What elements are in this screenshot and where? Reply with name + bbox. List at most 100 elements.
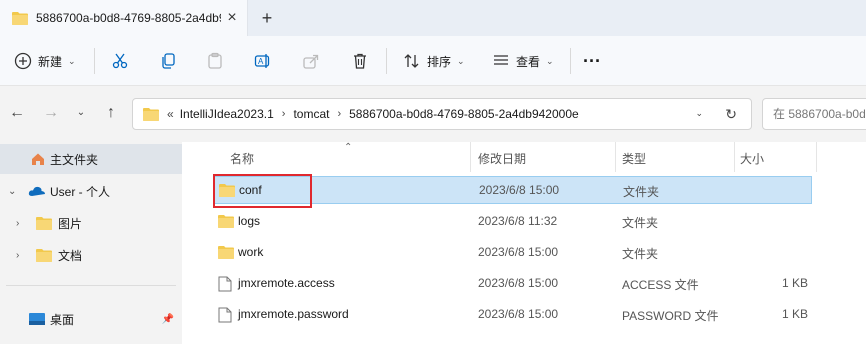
copy-button[interactable] (159, 49, 177, 73)
file-type: PASSWORD 文件 (622, 309, 719, 323)
close-tab-icon[interactable]: × (223, 9, 241, 27)
sort-ascending-icon: ⌃ (344, 142, 353, 153)
chevron-down-icon: ⌄ (68, 55, 76, 66)
table-row[interactable]: jmxremote.access 2023/6/8 15:00 ACCESS 文… (214, 270, 812, 298)
share-icon (303, 54, 319, 69)
sidebar-item-label: 图片 (58, 216, 83, 231)
file-size: 1 KB (781, 307, 808, 321)
chevron-down-icon[interactable]: ⌄ (8, 186, 16, 197)
svg-text:A: A (258, 57, 264, 66)
copy-icon (162, 53, 175, 69)
view-label: 查看 (516, 54, 541, 69)
new-tab-button[interactable]: + (257, 8, 277, 28)
toolbar-divider (94, 48, 95, 74)
column-divider (470, 142, 471, 172)
sidebar-item-label: 文档 (58, 248, 83, 263)
column-divider (816, 142, 817, 172)
new-label: 新建 (38, 54, 63, 69)
file-size: 1 KB (781, 276, 808, 290)
column-header-size[interactable]: 大小 (740, 150, 764, 167)
toolbar-divider (570, 48, 571, 74)
desktop-icon (29, 313, 45, 325)
delete-button[interactable] (351, 49, 369, 73)
column-header-type[interactable]: 类型 (622, 150, 646, 167)
rename-icon: A (254, 54, 270, 68)
sidebar-item-documents[interactable]: › 文档 (0, 240, 182, 270)
sort-arrows-icon (404, 54, 419, 68)
column-header-name[interactable]: 名称 (230, 150, 254, 167)
toolbar-divider (386, 48, 387, 74)
document-icon (218, 307, 232, 323)
breadcrumb-tomcat[interactable]: tomcat (293, 107, 329, 121)
file-type: 文件夹 (622, 247, 659, 261)
chevron-right-icon[interactable]: › (337, 108, 341, 120)
trash-icon (354, 53, 366, 69)
view-button[interactable]: 查看 ⌄ (492, 49, 554, 73)
tab-bar: 5886700a-b0d8-4769-8805-2a4db942000e × + (0, 0, 866, 36)
chevron-right-icon[interactable]: › (16, 250, 19, 261)
pin-icon[interactable]: 📌 (162, 314, 174, 325)
folder-icon (218, 215, 234, 228)
share-button[interactable] (302, 49, 320, 73)
file-type: 文件夹 (623, 185, 660, 199)
file-date: 2023/6/8 15:00 (478, 276, 559, 290)
sidebar-item-label: 主文件夹 (50, 152, 99, 167)
file-name: work (238, 245, 264, 259)
chevron-right-icon[interactable]: › (16, 218, 19, 229)
breadcrumb-overflow[interactable]: « (167, 107, 174, 121)
navigation-bar: ← → ⌄ ↑ « IntelliJIdea2023.1 › tomcat › … (0, 86, 866, 142)
column-divider (615, 142, 616, 172)
sidebar-item-label: User - 个人 (50, 184, 111, 199)
tab-title: 5886700a-b0d8-4769-8805-2a4db942000e (36, 11, 221, 25)
cut-button[interactable] (111, 49, 129, 73)
address-bar[interactable]: « IntelliJIdea2023.1 › tomcat › 5886700a… (132, 98, 752, 130)
file-name: jmxremote.password (238, 307, 349, 321)
sidebar-item-user[interactable]: ⌄ User - 个人 (0, 176, 182, 206)
file-date: 2023/6/8 15:00 (478, 307, 559, 321)
recent-locations-chevron-icon[interactable]: ⌄ (72, 104, 90, 122)
sort-button[interactable]: 排序 ⌄ (403, 49, 465, 73)
table-row[interactable]: logs 2023/6/8 11:32 文件夹 (214, 208, 812, 236)
clipboard-icon (208, 52, 222, 69)
folder-icon (143, 108, 159, 121)
back-arrow-icon[interactable]: ← (8, 104, 26, 122)
forward-arrow-icon[interactable]: → (42, 104, 60, 122)
refresh-icon[interactable]: ↻ (725, 106, 737, 123)
breadcrumb-current[interactable]: 5886700a-b0d8-4769-8805-2a4db942000e (349, 107, 579, 121)
column-header-date[interactable]: 修改日期 (478, 150, 526, 167)
sort-label: 排序 (427, 54, 452, 69)
rename-button[interactable]: A (254, 49, 272, 73)
search-input[interactable]: 在 5886700a-b0d8-4769-8805-2a4db942000e 中… (762, 98, 866, 130)
tab-current-folder[interactable]: 5886700a-b0d8-4769-8805-2a4db942000e × (0, 0, 248, 36)
paste-button[interactable] (206, 49, 224, 73)
file-date: 2023/6/8 15:00 (479, 183, 560, 197)
chevron-down-icon: ⌄ (457, 55, 465, 66)
file-name: logs (238, 214, 261, 228)
cloud-icon (28, 186, 45, 196)
home-icon (32, 153, 44, 165)
file-date: 2023/6/8 15:00 (478, 245, 559, 259)
sidebar-item-label: 桌面 (50, 312, 75, 327)
more-options-button[interactable]: ··· (583, 49, 601, 73)
command-bar: 新建 ⌄ A 排序 ⌄ 查看 ⌄ ··· (0, 36, 866, 86)
breadcrumb-intellijidea[interactable]: IntelliJIdea2023.1 (180, 107, 274, 121)
folder-icon (12, 12, 28, 25)
navigation-pane: 主文件夹 ⌄ User - 个人 › 图片 › 文档 桌面 📌 (0, 142, 182, 344)
new-button[interactable]: 新建 ⌄ (14, 49, 76, 73)
sidebar-item-desktop[interactable]: 桌面 📌 (0, 304, 182, 334)
column-divider (734, 142, 735, 172)
table-row[interactable]: work 2023/6/8 15:00 文件夹 (214, 239, 812, 267)
sidebar-item-home[interactable]: 主文件夹 (0, 144, 182, 174)
chevron-down-icon: ⌄ (546, 55, 554, 66)
folder-icon (36, 217, 52, 230)
sidebar-item-pictures[interactable]: › 图片 (0, 208, 182, 238)
list-view-icon (494, 55, 508, 65)
up-arrow-icon[interactable]: ↑ (102, 104, 120, 122)
plus-circle-icon (14, 52, 32, 70)
scissors-icon (112, 53, 128, 69)
document-icon (218, 276, 232, 292)
file-name: jmxremote.access (238, 276, 335, 290)
address-dropdown-icon[interactable]: ⌄ (695, 108, 703, 119)
table-row[interactable]: jmxremote.password 2023/6/8 15:00 PASSWO… (214, 301, 812, 329)
chevron-right-icon[interactable]: › (282, 108, 286, 120)
